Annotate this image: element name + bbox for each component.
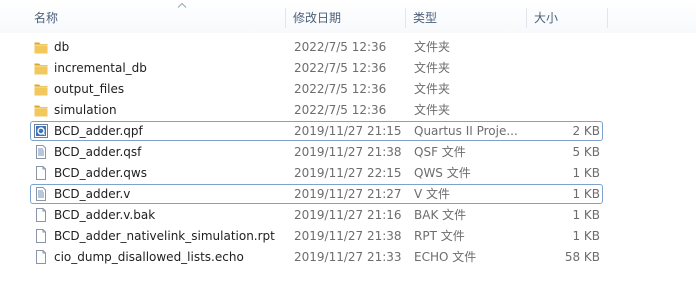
file-modified-date: 2019/11/27 21:16 bbox=[294, 208, 402, 222]
file-modified-date: 2022/7/5 12:36 bbox=[294, 40, 387, 54]
file-size: 1 KB bbox=[572, 208, 600, 222]
list-item[interactable]: BCD_adder.qpf 2019/11/27 21:15 Quartus I… bbox=[0, 121, 696, 142]
file-modified-date: 2019/11/27 21:38 bbox=[294, 145, 402, 159]
blank-file-icon bbox=[33, 228, 49, 244]
blank-file-icon bbox=[33, 165, 49, 181]
file-size: 1 KB bbox=[572, 229, 600, 243]
file-modified-date: 2019/11/27 22:15 bbox=[294, 166, 402, 180]
file-name: BCD_adder.qws bbox=[54, 166, 147, 180]
file-rows: db 2022/7/5 12:36 文件夹 incremental_db 202… bbox=[0, 37, 696, 268]
file-name: output_files bbox=[54, 82, 125, 96]
sort-ascending-icon bbox=[177, 2, 187, 8]
file-type: 文件夹 bbox=[414, 40, 451, 54]
quartus-project-icon bbox=[33, 123, 49, 139]
column-header-size-label: 大小 bbox=[534, 11, 559, 25]
list-item[interactable]: db 2022/7/5 12:36 文件夹 bbox=[0, 37, 696, 58]
file-type: Quartus II Proje... bbox=[414, 124, 518, 138]
list-item[interactable]: simulation 2022/7/5 12:36 文件夹 bbox=[0, 100, 696, 121]
file-name: simulation bbox=[54, 103, 117, 117]
list-item[interactable]: BCD_adder.v 2019/11/27 21:27 V 文件 1 KB bbox=[0, 184, 696, 205]
file-modified-date: 2019/11/27 21:33 bbox=[294, 250, 402, 264]
file-type: RPT 文件 bbox=[414, 229, 465, 243]
file-name: BCD_adder_nativelink_simulation.rpt bbox=[54, 229, 275, 243]
file-modified-date: 2019/11/27 21:27 bbox=[294, 187, 402, 201]
file-name: incremental_db bbox=[54, 61, 147, 75]
file-name: db bbox=[54, 40, 70, 54]
file-modified-date: 2022/7/5 12:36 bbox=[294, 61, 387, 75]
list-item[interactable]: BCD_adder_nativelink_simulation.rpt 2019… bbox=[0, 226, 696, 247]
text-file-icon bbox=[33, 186, 49, 202]
file-name: BCD_adder.qpf bbox=[54, 124, 143, 138]
file-name: BCD_adder.v.bak bbox=[54, 208, 156, 222]
column-header-date-label: 修改日期 bbox=[293, 11, 342, 25]
file-modified-date: 2022/7/5 12:36 bbox=[294, 103, 387, 117]
file-size: 1 KB bbox=[572, 166, 600, 180]
file-size: 2 KB bbox=[572, 124, 600, 138]
column-header-name[interactable]: 名称 bbox=[27, 0, 286, 33]
file-type: BAK 文件 bbox=[414, 208, 467, 222]
file-name: BCD_adder.v bbox=[54, 187, 131, 201]
folder-icon bbox=[33, 81, 49, 97]
file-modified-date: 2019/11/27 21:15 bbox=[294, 124, 402, 138]
file-name: cio_dump_disallowed_lists.echo bbox=[54, 250, 244, 264]
column-header-type-label: 类型 bbox=[413, 11, 438, 25]
file-type: 文件夹 bbox=[414, 82, 451, 96]
list-item[interactable]: output_files 2022/7/5 12:36 文件夹 bbox=[0, 79, 696, 100]
list-item[interactable]: BCD_adder.v.bak 2019/11/27 21:16 BAK 文件 … bbox=[0, 205, 696, 226]
list-item[interactable]: BCD_adder.qsf 2019/11/27 21:38 QSF 文件 5 … bbox=[0, 142, 696, 163]
file-list-view: 名称 修改日期 类型 大小 db 2022/7/5 12:36 文件夹 incr… bbox=[0, 0, 696, 302]
file-type: QWS 文件 bbox=[414, 166, 471, 180]
file-size: 58 KB bbox=[564, 250, 600, 264]
text-file-icon bbox=[33, 144, 49, 160]
file-type: V 文件 bbox=[414, 187, 451, 201]
blank-file-icon bbox=[33, 249, 49, 265]
folder-icon bbox=[33, 102, 49, 118]
file-type: 文件夹 bbox=[414, 103, 451, 117]
column-header-date[interactable]: 修改日期 bbox=[286, 0, 406, 33]
file-modified-date: 2019/11/27 21:38 bbox=[294, 229, 402, 243]
folder-icon bbox=[33, 39, 49, 55]
blank-file-icon bbox=[33, 207, 49, 223]
list-item[interactable]: cio_dump_disallowed_lists.echo 2019/11/2… bbox=[0, 247, 696, 268]
file-size: 1 KB bbox=[572, 187, 600, 201]
file-name: BCD_adder.qsf bbox=[54, 145, 142, 159]
column-header-name-label: 名称 bbox=[34, 11, 59, 25]
file-type: 文件夹 bbox=[414, 61, 451, 75]
file-size: 5 KB bbox=[572, 145, 600, 159]
folder-icon bbox=[33, 60, 49, 76]
column-header-type[interactable]: 类型 bbox=[406, 0, 527, 33]
column-header-bar: 名称 修改日期 类型 大小 bbox=[0, 0, 696, 33]
list-item[interactable]: incremental_db 2022/7/5 12:36 文件夹 bbox=[0, 58, 696, 79]
column-header-size[interactable]: 大小 bbox=[527, 0, 608, 33]
list-item[interactable]: BCD_adder.qws 2019/11/27 22:15 QWS 文件 1 … bbox=[0, 163, 696, 184]
file-modified-date: 2022/7/5 12:36 bbox=[294, 82, 387, 96]
file-type: QSF 文件 bbox=[414, 145, 466, 159]
file-type: ECHO 文件 bbox=[414, 250, 477, 264]
